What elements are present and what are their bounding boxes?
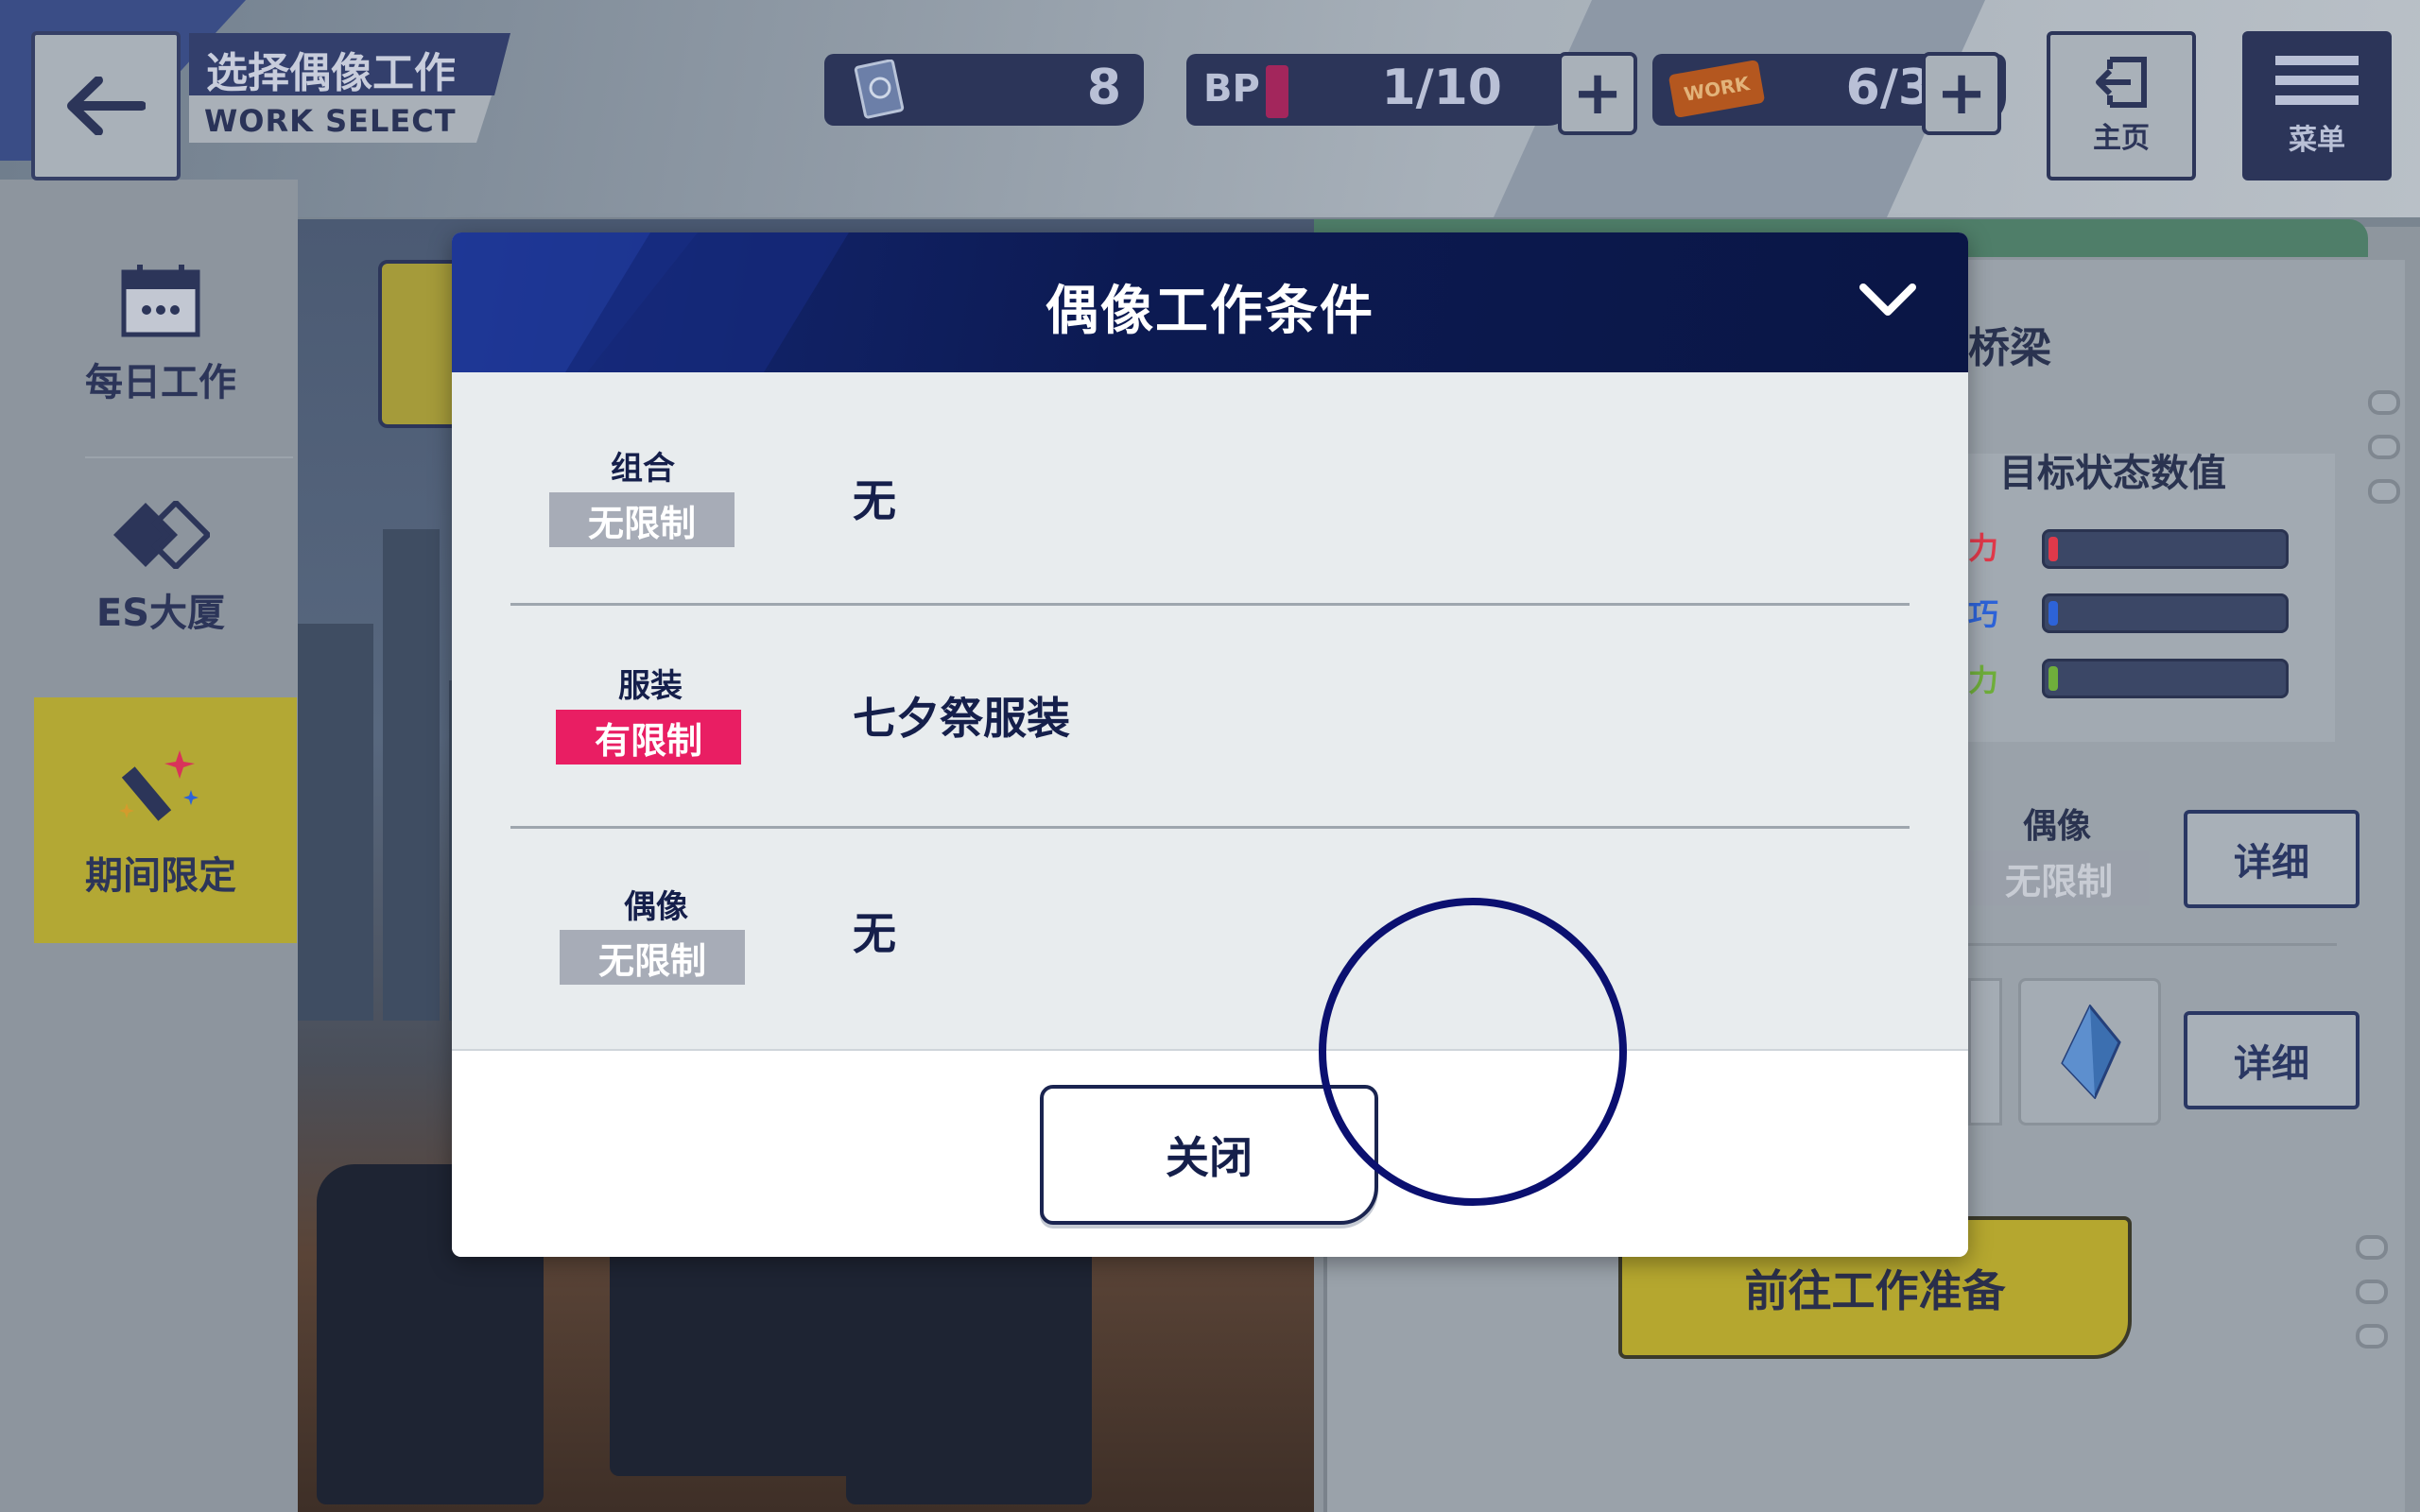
stat-label: 巧 xyxy=(1968,596,1999,632)
divider xyxy=(1968,943,2337,946)
plus-icon: + xyxy=(1936,59,1987,129)
page-title-plate: 选择偶像工作 WORK SELECT xyxy=(189,33,510,143)
notebook-ring xyxy=(2356,1280,2388,1304)
sidebar-item-es-building[interactable]: ES大厦 xyxy=(38,501,284,637)
limited-event-icon xyxy=(119,750,199,821)
plus-icon: + xyxy=(1572,59,1623,129)
condition-category: 服装 xyxy=(618,667,683,705)
condition-category: 偶像 xyxy=(624,888,688,926)
notebook-ring xyxy=(2356,1324,2388,1349)
stat-label: 力 xyxy=(1968,662,1999,698)
condition-value: 无 xyxy=(853,475,896,526)
condition-value: 七夕祭服装 xyxy=(853,693,1070,744)
touch-indicator xyxy=(1319,898,1627,1206)
stats-title: 目标状态数值 xyxy=(1999,452,2226,495)
dialog-header: 偶像工作条件 xyxy=(452,232,1968,372)
idol-condition-tag: 无限制 xyxy=(1968,850,2150,905)
reward-item-slot[interactable] xyxy=(2018,978,2161,1125)
home-button[interactable]: 主页 xyxy=(2047,31,2196,180)
card-count: 8 xyxy=(1086,60,1121,116)
hamburger-icon xyxy=(2275,56,2359,105)
card-resource-counter: 8 xyxy=(824,54,1144,126)
arrow-left-icon xyxy=(67,77,146,135)
condition-value: 无 xyxy=(853,908,896,959)
work-title-fragment: 桥梁 xyxy=(1968,324,2051,372)
add-bp-button[interactable]: + xyxy=(1558,52,1637,135)
close-button[interactable]: 关闭 xyxy=(1040,1085,1378,1225)
menu-button[interactable]: 菜单 xyxy=(2242,31,2392,180)
notebook-ring xyxy=(2356,1235,2388,1260)
sidebar-divider xyxy=(85,456,293,458)
work-ticket-value: 6/3 xyxy=(1845,60,1932,116)
es-building-icon xyxy=(113,501,210,569)
collapse-button[interactable] xyxy=(1855,272,1921,329)
stat-bar xyxy=(2042,659,2289,698)
stat-bar xyxy=(2042,593,2289,633)
reward-detail-button[interactable]: 详细 xyxy=(2184,1011,2360,1109)
back-button[interactable] xyxy=(31,31,181,180)
row-divider xyxy=(510,826,1910,829)
reward-item-slot[interactable] xyxy=(1968,978,2002,1125)
work-conditions-dialog: 偶像工作条件 组合 无限制 无 服装 有限制 七夕祭服装 偶像 无限制 无 关闭 xyxy=(452,232,1968,1257)
sidebar-item-daily-work[interactable]: 每日工作 xyxy=(38,263,284,406)
calendar-icon xyxy=(121,265,200,337)
notebook-ring xyxy=(2368,435,2400,459)
idol-condition-label: 偶像 xyxy=(2023,807,2092,846)
add-work-ticket-button[interactable]: + xyxy=(1922,52,2001,135)
exit-home-icon xyxy=(2096,57,2147,108)
bp-counter: BP 1/10 xyxy=(1186,54,1576,126)
menu-label: 菜单 xyxy=(2289,124,2345,157)
condition-tag-unrestricted: 无限制 xyxy=(560,930,745,985)
home-label: 主页 xyxy=(2093,122,2150,155)
page-subtitle: WORK SELECT xyxy=(204,103,457,139)
sidebar-item-limited[interactable]: 期间限定 xyxy=(38,747,284,900)
condition-category: 组合 xyxy=(611,450,675,488)
page-title: 选择偶像工作 xyxy=(206,49,456,97)
condition-detail-button[interactable]: 详细 xyxy=(2184,810,2360,908)
condition-tag-restricted: 有限制 xyxy=(556,710,741,765)
chevron-down-icon xyxy=(1859,284,1916,316)
notebook-ring xyxy=(2368,479,2400,504)
bp-gauge xyxy=(1266,65,1288,118)
card-icon xyxy=(854,60,905,119)
dialog-title: 偶像工作条件 xyxy=(1046,281,1374,342)
condition-tag-unrestricted: 无限制 xyxy=(549,492,735,547)
bp-label: BP xyxy=(1203,67,1260,111)
stat-bar xyxy=(2042,529,2289,569)
crystal-icon xyxy=(2060,1005,2121,1099)
bp-value: 1/10 xyxy=(1381,60,1502,116)
notebook-ring xyxy=(2368,390,2400,415)
row-divider xyxy=(510,603,1910,606)
work-ticket-icon: WORK xyxy=(1668,60,1766,118)
stat-label: 力 xyxy=(1968,530,1999,566)
